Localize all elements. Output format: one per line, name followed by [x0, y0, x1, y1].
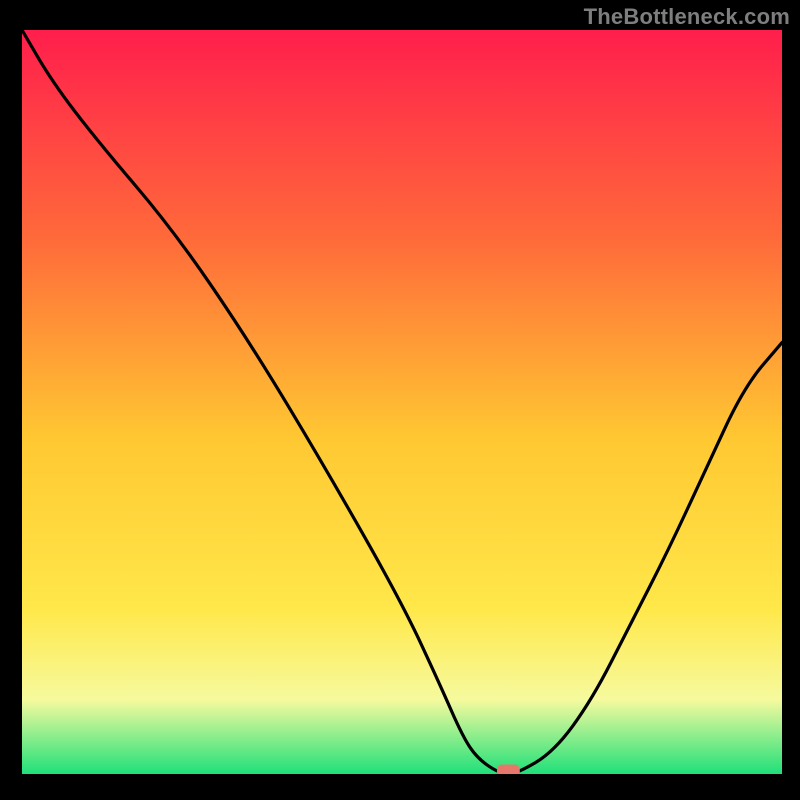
chart-svg [22, 30, 782, 774]
plot-area [22, 30, 782, 774]
watermark-text: TheBottleneck.com [584, 4, 790, 30]
optimal-marker [497, 765, 520, 774]
chart-frame: TheBottleneck.com [0, 0, 800, 800]
gradient-background [22, 30, 782, 774]
